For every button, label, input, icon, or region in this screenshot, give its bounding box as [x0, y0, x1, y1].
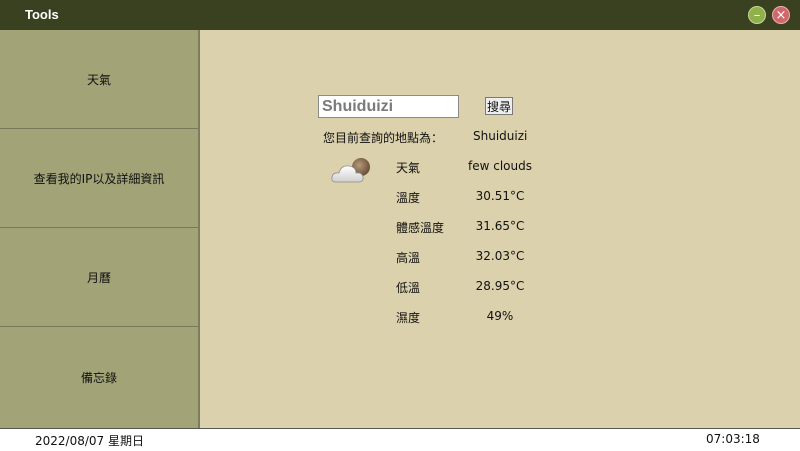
search-input[interactable]: Shuiduizi	[318, 95, 459, 118]
weather-condition-value: few clouds	[468, 159, 532, 173]
status-date: 2022/08/07 星期日	[35, 434, 144, 448]
low-temp-label: 低溫	[396, 281, 421, 295]
feels-like-value: 31.65°C	[475, 219, 525, 233]
sidebar-item-label: 查看我的IP以及詳細資訊	[33, 171, 165, 186]
sidebar-item-label: 天氣	[86, 72, 111, 87]
status-bar: 2022/08/07 星期日 07:03:18	[0, 428, 800, 451]
location-label: 您目前查詢的地點為：	[323, 131, 444, 145]
feels-like-label: 體感溫度	[396, 221, 445, 235]
low-temp-value: 28.95°C	[475, 279, 525, 293]
search-button[interactable]: 搜尋	[485, 97, 513, 115]
humidity-value: 49%	[486, 309, 514, 323]
sidebar-item-weather[interactable]: 天氣	[0, 30, 198, 129]
close-button[interactable]: ×	[772, 6, 790, 24]
location-value: Shuiduizi	[473, 129, 528, 143]
status-time: 07:03:18	[706, 432, 760, 446]
close-icon: ×	[775, 7, 787, 23]
temperature-label: 溫度	[396, 191, 421, 205]
minimize-icon: –	[753, 7, 761, 23]
sidebar-item-ip-info[interactable]: 查看我的IP以及詳細資訊	[0, 129, 198, 228]
sidebar: 天氣 查看我的IP以及詳細資訊 月曆 備忘錄	[0, 30, 198, 428]
temperature-value: 30.51°C	[475, 189, 525, 203]
weather-panel: Shuiduizi 搜尋 您目前查詢的地點為： Shuiduizi 天氣 few…	[200, 30, 800, 428]
sidebar-item-calendar[interactable]: 月曆	[0, 228, 198, 327]
weather-condition-label: 天氣	[396, 161, 421, 175]
sidebar-item-memo[interactable]: 備忘錄	[0, 327, 198, 428]
high-temp-value: 32.03°C	[475, 249, 525, 263]
sidebar-item-label: 備忘錄	[80, 371, 117, 385]
humidity-label: 濕度	[396, 311, 421, 325]
minimize-button[interactable]: –	[748, 6, 766, 24]
partly-cloudy-icon	[331, 158, 370, 183]
window-title: Tools	[25, 7, 59, 22]
sidebar-item-label: 月曆	[86, 270, 111, 285]
high-temp-label: 高溫	[396, 251, 421, 265]
title-bar: Tools – ×	[0, 0, 800, 30]
